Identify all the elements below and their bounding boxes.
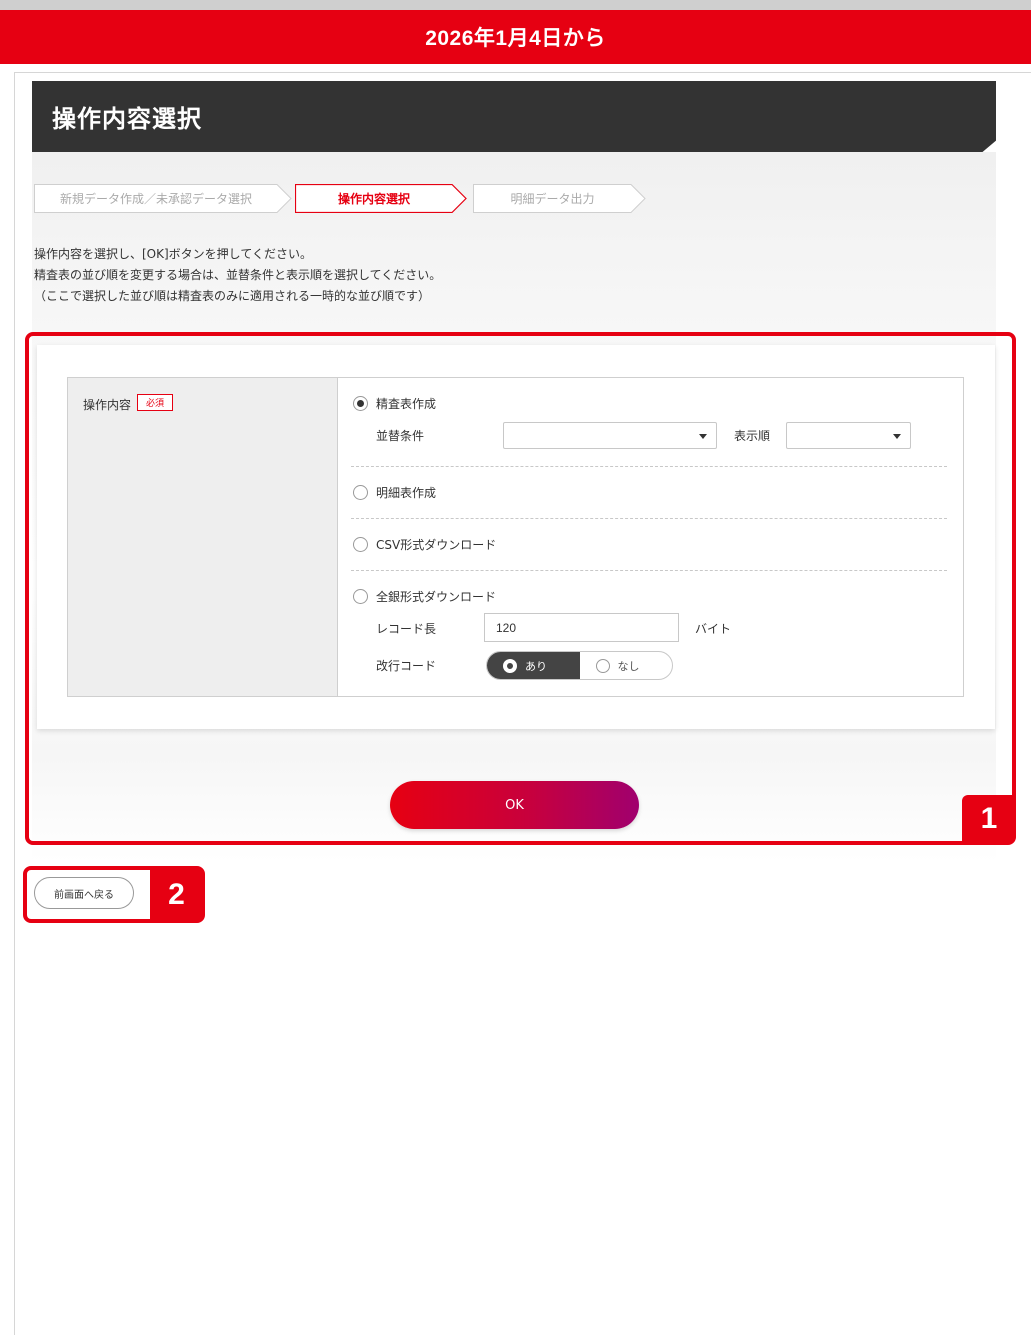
step-1-label: 新規データ作成／未承認データ選択 xyxy=(59,192,252,206)
instructions: 操作内容を選択し、[OK]ボタンを押してください。 精査表の並び順を変更する場合… xyxy=(34,244,441,307)
date-banner: 2026年1月4日から xyxy=(0,0,1031,64)
page-title: 操作内容選択 xyxy=(52,105,202,133)
step-2-label: 操作内容選択 xyxy=(337,192,410,206)
highlight-box-1 xyxy=(25,332,1016,845)
callout-marker-2: 2 xyxy=(150,868,203,921)
step-1: 新規データ作成／未承認データ選択 xyxy=(34,184,292,213)
callout-marker-1: 1 xyxy=(962,795,1016,842)
page-header: 操作内容選択 xyxy=(32,81,996,152)
instruction-line-2: 精査表の並び順を変更する場合は、並替条件と表示順を選択してください。 xyxy=(34,268,442,282)
instruction-line-3: （ここで選択した並び順は精査表のみに適用される一時的な並び順です） xyxy=(34,289,431,303)
banner-text: 2026年1月4日から xyxy=(425,27,606,50)
instruction-line-1: 操作内容を選択し、[OK]ボタンを押してください。 xyxy=(34,247,312,261)
step-3: 明細データ出力 xyxy=(473,184,646,213)
step-2: 操作内容選択 xyxy=(295,184,467,213)
step-3-label: 明細データ出力 xyxy=(510,192,595,206)
